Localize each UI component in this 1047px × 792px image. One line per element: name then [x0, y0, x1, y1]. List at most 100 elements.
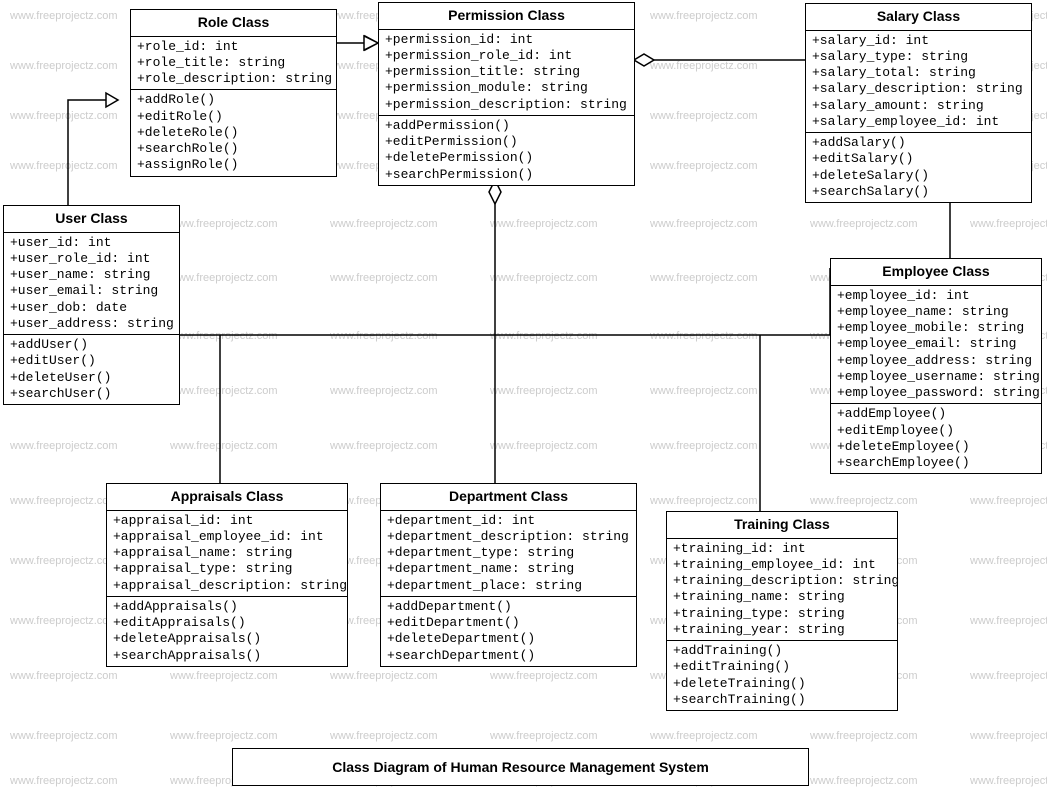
- class-title: Role Class: [131, 10, 336, 37]
- class-line: +deleteAppraisals(): [113, 631, 341, 647]
- class-line: +department_name: string: [387, 561, 630, 577]
- watermark-text: www.freeprojectz.com: [490, 272, 598, 284]
- class-line: +deleteDepartment(): [387, 631, 630, 647]
- watermark-text: www.freeprojectz.com: [650, 272, 758, 284]
- class-line: +appraisal_description: string: [113, 578, 341, 594]
- class-line: +training_id: int: [673, 541, 891, 557]
- class-operations: +addEmployee()+editEmployee()+deleteEmpl…: [831, 404, 1041, 473]
- watermark-text: www.freeprojectz.com: [650, 495, 758, 507]
- class-role: Role Class +role_id: int+role_title: str…: [130, 9, 337, 177]
- class-line: +editUser(): [10, 353, 173, 369]
- class-attributes: +appraisal_id: int+appraisal_employee_id…: [107, 511, 347, 597]
- class-attributes: +role_id: int+role_title: string+role_de…: [131, 37, 336, 91]
- class-line: +salary_type: string: [812, 49, 1025, 65]
- watermark-text: www.freeprojectz.com: [970, 555, 1047, 567]
- class-line: +deleteSalary(): [812, 168, 1025, 184]
- class-line: +addDepartment(): [387, 599, 630, 615]
- class-line: +department_place: string: [387, 578, 630, 594]
- class-line: +permission_module: string: [385, 80, 628, 96]
- watermark-text: www.freeprojectz.com: [490, 385, 598, 397]
- watermark-text: www.freeprojectz.com: [970, 615, 1047, 627]
- class-operations: +addAppraisals()+editAppraisals()+delete…: [107, 597, 347, 666]
- watermark-text: www.freeprojectz.com: [650, 440, 758, 452]
- watermark-text: www.freeprojectz.com: [970, 670, 1047, 682]
- class-line: +searchAppraisals(): [113, 648, 341, 664]
- watermark-text: www.freeprojectz.com: [10, 60, 118, 72]
- class-line: +appraisal_id: int: [113, 513, 341, 529]
- class-line: +training_year: string: [673, 622, 891, 638]
- class-department: Department Class +department_id: int+dep…: [380, 483, 637, 667]
- watermark-text: www.freeprojectz.com: [170, 730, 278, 742]
- class-title: Salary Class: [806, 4, 1031, 31]
- class-operations: +addTraining()+editTraining()+deleteTrai…: [667, 641, 897, 710]
- watermark-text: www.freeprojectz.com: [970, 730, 1047, 742]
- class-attributes: +salary_id: int+salary_type: string +sala…: [806, 31, 1031, 134]
- watermark-text: www.freeprojectz.com: [810, 775, 918, 787]
- class-line: +addRole(): [137, 92, 330, 108]
- watermark-text: www.freeprojectz.com: [330, 218, 438, 230]
- watermark-text: www.freeprojectz.com: [650, 330, 758, 342]
- class-employee: Employee Class +employee_id: int+employe…: [830, 258, 1042, 474]
- class-line: +addPermission(): [385, 118, 628, 134]
- class-line: +permission_description: string: [385, 97, 628, 113]
- class-line: +user_role_id: int: [10, 251, 173, 267]
- watermark-text: www.freeprojectz.com: [10, 110, 118, 122]
- class-line: +addTraining(): [673, 643, 891, 659]
- class-line: +searchTraining(): [673, 692, 891, 708]
- class-line: +permission_role_id: int: [385, 48, 628, 64]
- class-line: +appraisal_type: string: [113, 561, 341, 577]
- class-line: +training_description: string: [673, 573, 891, 589]
- class-line: +training_employee_id: int: [673, 557, 891, 573]
- class-permission: Permission Class +permission_id: int+per…: [378, 2, 635, 186]
- watermark-text: www.freeprojectz.com: [10, 555, 118, 567]
- watermark-text: www.freeprojectz.com: [490, 218, 598, 230]
- class-line: +deleteTraining(): [673, 676, 891, 692]
- class-attributes: +training_id: int+training_employee_id: …: [667, 539, 897, 642]
- watermark-text: www.freeprojectz.com: [650, 10, 758, 22]
- watermark-text: www.freeprojectz.com: [650, 160, 758, 172]
- diagram-title: Class Diagram of Human Resource Manageme…: [232, 748, 809, 786]
- watermark-text: www.freeprojectz.com: [330, 330, 438, 342]
- watermark-text: www.freeprojectz.com: [490, 330, 598, 342]
- class-attributes: +permission_id: int+permission_role_id: …: [379, 30, 634, 116]
- class-line: +deletePermission(): [385, 150, 628, 166]
- class-line: +deleteUser(): [10, 370, 173, 386]
- class-line: +user_dob: date: [10, 300, 173, 316]
- watermark-text: www.freeprojectz.com: [170, 670, 278, 682]
- watermark-text: www.freeprojectz.com: [650, 110, 758, 122]
- class-attributes: +employee_id: int+employee_name: string+…: [831, 286, 1041, 405]
- watermark-text: www.freeprojectz.com: [10, 10, 118, 22]
- watermark-text: www.freeprojectz.com: [10, 615, 118, 627]
- watermark-text: www.freeprojectz.com: [970, 775, 1047, 787]
- class-line: +searchDepartment(): [387, 648, 630, 664]
- class-line: +editSalary(): [812, 151, 1025, 167]
- class-line: +role_description: string: [137, 71, 330, 87]
- class-line: +salary_id: int: [812, 33, 1025, 49]
- class-line: +editRole(): [137, 109, 330, 125]
- class-line: +employee_address: string: [837, 353, 1035, 369]
- class-attributes: +user_id: int+user_role_id: int+user_nam…: [4, 233, 179, 336]
- watermark-text: www.freeprojectz.com: [170, 330, 278, 342]
- class-line: +salary_amount: string: [812, 98, 1025, 114]
- watermark-text: www.freeprojectz.com: [810, 730, 918, 742]
- class-line: +role_id: int: [137, 39, 330, 55]
- watermark-text: www.freeprojectz.com: [10, 160, 118, 172]
- class-line: +department_id: int: [387, 513, 630, 529]
- watermark-text: www.freeprojectz.com: [330, 385, 438, 397]
- class-line: +addUser(): [10, 337, 173, 353]
- class-line: +permission_id: int: [385, 32, 628, 48]
- class-line: +employee_mobile: string: [837, 320, 1035, 336]
- class-operations: +addDepartment()+editDepartment()+delete…: [381, 597, 636, 666]
- watermark-text: www.freeprojectz.com: [490, 730, 598, 742]
- class-line: +deleteEmployee(): [837, 439, 1035, 455]
- class-line: +deleteRole(): [137, 125, 330, 141]
- watermark-text: www.freeprojectz.com: [330, 272, 438, 284]
- class-line: +editPermission(): [385, 134, 628, 150]
- class-line: +addSalary(): [812, 135, 1025, 151]
- class-line: +employee_email: string: [837, 336, 1035, 352]
- watermark-text: www.freeprojectz.com: [650, 60, 758, 72]
- watermark-text: www.freeprojectz.com: [10, 775, 118, 787]
- class-line: +salary_description: string: [812, 81, 1025, 97]
- watermark-text: www.freeprojectz.com: [330, 730, 438, 742]
- class-operations: +addSalary()+editSalary()+deleteSalary()…: [806, 133, 1031, 202]
